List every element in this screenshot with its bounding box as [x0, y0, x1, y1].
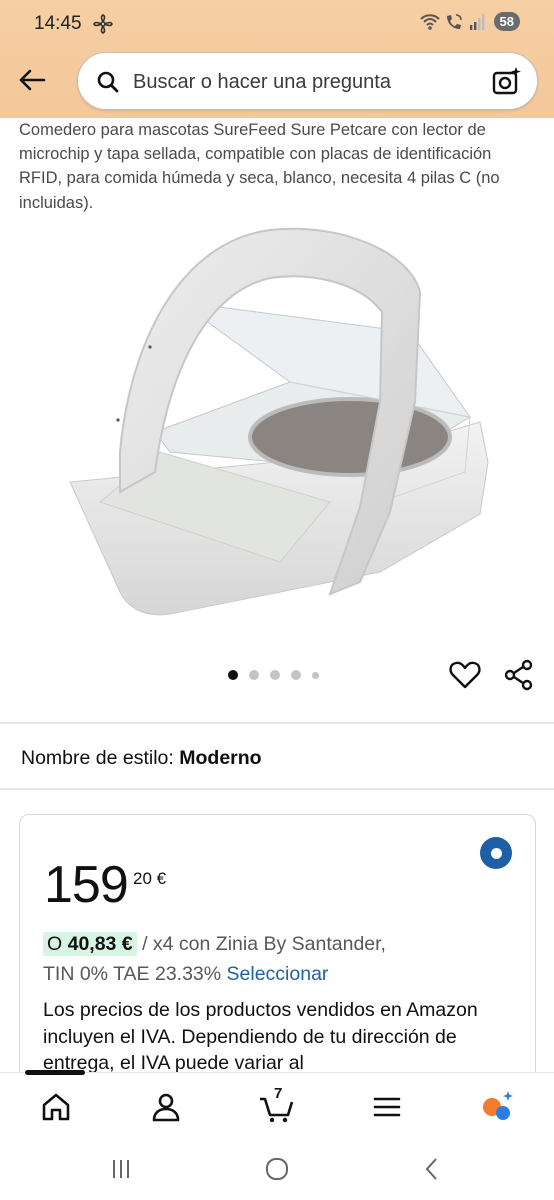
- camera-search-icon[interactable]: [491, 66, 523, 98]
- carousel-dot[interactable]: [249, 670, 259, 680]
- image-carousel-dots[interactable]: [228, 670, 319, 680]
- carousel-dot[interactable]: [312, 671, 319, 679]
- signal-icon: [469, 13, 484, 30]
- home-circle-icon[interactable]: [262, 1154, 292, 1184]
- style-value: Moderno: [179, 747, 262, 769]
- product-title: Comedero para mascotas SureFeed Sure Pet…: [19, 121, 500, 212]
- cart-button[interactable]: 7: [258, 1085, 294, 1125]
- divider: [0, 722, 554, 724]
- wifi-call-icon: [446, 13, 462, 29]
- rufus-assistant-icon[interactable]: [479, 1089, 515, 1125]
- status-time: 14:45: [34, 13, 82, 34]
- divider: [0, 788, 554, 790]
- system-nav-bar: [0, 1136, 554, 1200]
- battery-badge: 58: [493, 12, 520, 31]
- style-label: Nombre de estilo:: [21, 747, 174, 769]
- price-option-card[interactable]: 159 20 € O 40,83 € / x4 con Zinia By San…: [19, 814, 536, 1114]
- recent-apps-icon[interactable]: [106, 1154, 136, 1184]
- price-whole: 159: [44, 856, 129, 914]
- vat-note: Los precios de los productos vendidos en…: [43, 999, 478, 1074]
- select-link[interactable]: Seleccionar: [227, 963, 329, 985]
- rate-line: TIN 0% TAE 23.33% Seleccionar: [43, 959, 328, 989]
- installment-line: O 40,83 € / x4 con Zinia By Santander,: [43, 929, 386, 959]
- search-input[interactable]: [133, 64, 473, 100]
- back-chevron-icon[interactable]: [417, 1154, 447, 1184]
- cart-count: 7: [274, 1085, 283, 1102]
- home-icon[interactable]: [38, 1089, 74, 1125]
- selected-radio[interactable]: [480, 837, 512, 869]
- account-icon[interactable]: [148, 1089, 184, 1125]
- header: [0, 50, 554, 118]
- style-row: Nombre de estilo: Moderno: [21, 747, 262, 770]
- carousel-dot[interactable]: [270, 670, 280, 680]
- product-image[interactable]: [60, 222, 500, 622]
- pinwheel-icon: [93, 14, 113, 34]
- share-icon[interactable]: [503, 659, 535, 691]
- back-arrow-icon: [19, 69, 46, 91]
- active-tab-indicator: [25, 1070, 85, 1075]
- carousel-dot[interactable]: [228, 670, 238, 680]
- installment-badge: O 40,83 €: [43, 932, 137, 956]
- installment-suffix: / x4 con Zinia By Santander,: [142, 933, 386, 955]
- heart-icon[interactable]: [449, 659, 481, 691]
- rate-text: TIN 0% TAE 23.33%: [43, 963, 222, 985]
- bottom-nav: 7: [0, 1070, 554, 1136]
- search-icon: [97, 71, 119, 93]
- menu-icon[interactable]: [369, 1089, 405, 1125]
- status-bar: 14:45 58: [0, 0, 554, 50]
- price-fraction: 20 €: [133, 869, 167, 888]
- back-button[interactable]: [12, 62, 52, 98]
- search-bar[interactable]: [77, 52, 538, 110]
- wifi-icon: [419, 13, 440, 30]
- status-icons: 58: [419, 12, 520, 31]
- carousel-dot[interactable]: [291, 670, 301, 680]
